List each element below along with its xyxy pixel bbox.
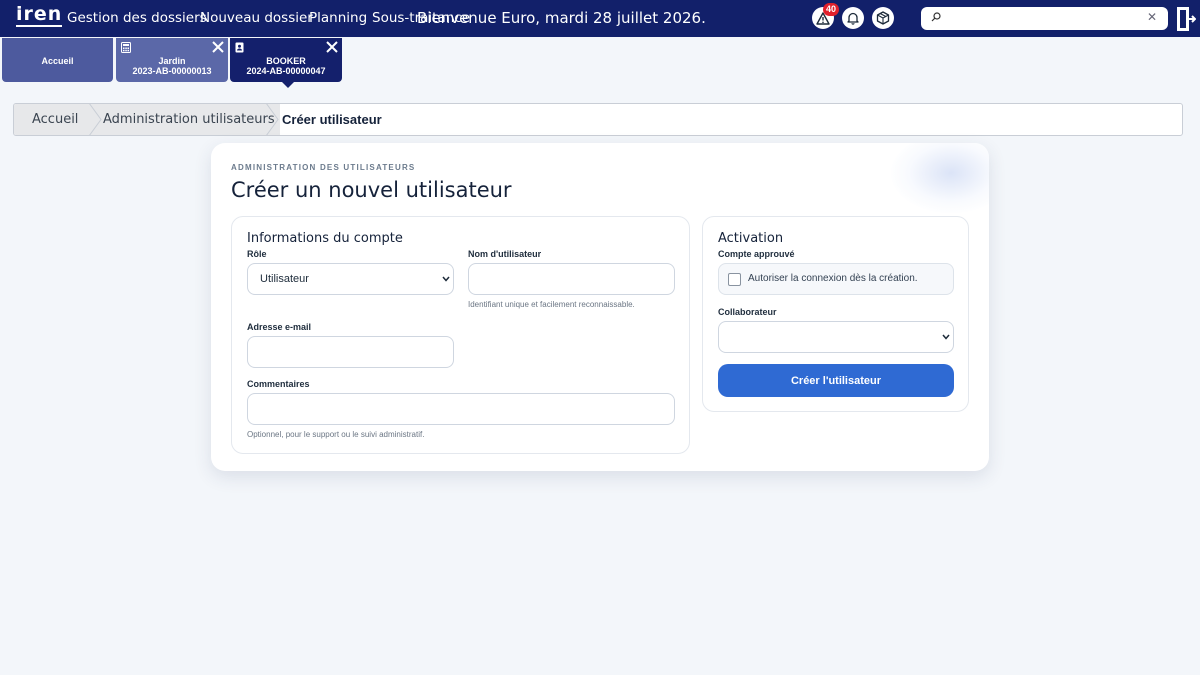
close-tab-icon[interactable] bbox=[211, 40, 225, 54]
close-icon[interactable]: ✕ bbox=[1147, 10, 1157, 24]
tab-label: Accueil bbox=[41, 56, 74, 66]
nav-gestion-dossiers[interactable]: Gestion des dossiers bbox=[67, 10, 207, 26]
breadcrumb: Accueil Administration utilisateurs Crée… bbox=[13, 103, 1183, 136]
package-icon bbox=[876, 11, 890, 25]
approved-checkbox-label[interactable]: Autoriser la connexion dès la création. bbox=[748, 273, 918, 284]
username-field[interactable] bbox=[468, 263, 675, 295]
search-input[interactable] bbox=[943, 9, 1143, 28]
username-help-text: Identifiant unique et facilement reconna… bbox=[468, 300, 635, 309]
top-navigation-bar: iren Gestion des dossiers Nouveau dossie… bbox=[0, 0, 1200, 37]
approved-label: Compte approuvé bbox=[718, 249, 795, 259]
tab-accueil[interactable]: Accueil bbox=[2, 38, 113, 82]
approved-checkbox[interactable] bbox=[728, 273, 741, 286]
global-search: ✕ bbox=[921, 7, 1168, 30]
account-info-title: Informations du compte bbox=[247, 231, 403, 246]
decorative-glow bbox=[891, 143, 989, 213]
breadcrumb-item-current: Créer utilisateur bbox=[282, 112, 382, 127]
tab-title: BOOKER bbox=[266, 56, 306, 66]
welcome-message: Bienvenue Euro, mardi 28 juillet 2026. bbox=[417, 9, 706, 27]
comments-help-text: Optionnel, pour le support ou le suivi a… bbox=[247, 430, 425, 439]
breadcrumb-item-accueil[interactable]: Accueil bbox=[32, 104, 78, 135]
tab-file-number: 2023-AB-00000013 bbox=[132, 66, 212, 76]
role-select[interactable]: Utilisateur bbox=[247, 263, 454, 295]
notifications-button[interactable] bbox=[842, 7, 864, 29]
search-icon bbox=[931, 12, 941, 22]
collaborator-label: Collaborateur bbox=[718, 307, 777, 317]
tab-booker[interactable]: BOOKER 2024-AB-00000047 bbox=[230, 38, 342, 88]
breadcrumb-item-administration[interactable]: Administration utilisateurs bbox=[103, 104, 275, 135]
email-field[interactable] bbox=[247, 336, 454, 368]
packages-button[interactable] bbox=[872, 7, 894, 29]
active-tab-pointer bbox=[282, 82, 294, 88]
app-logo[interactable]: iren bbox=[16, 4, 63, 27]
collaborator-select[interactable] bbox=[718, 321, 954, 353]
calculator-icon bbox=[121, 42, 131, 53]
breadcrumb-separator bbox=[89, 104, 102, 135]
comments-field[interactable] bbox=[247, 393, 675, 425]
alerts-count-badge: 40 bbox=[823, 3, 839, 16]
username-label: Nom d'utilisateur bbox=[468, 249, 542, 259]
role-label: Rôle bbox=[247, 249, 267, 259]
logout-icon[interactable] bbox=[1176, 6, 1196, 32]
tab-title: Jardin bbox=[158, 56, 186, 66]
nav-nouveau-dossier[interactable]: Nouveau dossier bbox=[200, 10, 313, 26]
close-tab-icon[interactable] bbox=[325, 40, 339, 54]
tab-jardin[interactable]: Jardin 2023-AB-00000013 bbox=[116, 38, 228, 82]
page-title: Créer un nouvel utilisateur bbox=[231, 178, 512, 202]
bell-icon bbox=[847, 12, 859, 25]
comments-label: Commentaires bbox=[247, 379, 310, 389]
email-label: Adresse e-mail bbox=[247, 322, 312, 332]
create-user-card: ADMINISTRATION DES UTILISATEURS Créer un… bbox=[211, 143, 989, 471]
activation-panel: Activation Compte approuvé Autoriser la … bbox=[702, 216, 969, 412]
activation-title: Activation bbox=[718, 231, 784, 246]
nav-planning[interactable]: Planning bbox=[309, 10, 367, 26]
approved-checkbox-row[interactable]: Autoriser la connexion dès la création. bbox=[718, 263, 954, 295]
account-info-panel: Informations du compte Rôle Utilisateur … bbox=[231, 216, 690, 454]
create-user-button[interactable]: Créer l'utilisateur bbox=[718, 364, 954, 397]
page-eyebrow: ADMINISTRATION DES UTILISATEURS bbox=[231, 163, 416, 172]
tab-file-number: 2024-AB-00000047 bbox=[246, 66, 326, 76]
id-badge-icon bbox=[235, 42, 244, 53]
